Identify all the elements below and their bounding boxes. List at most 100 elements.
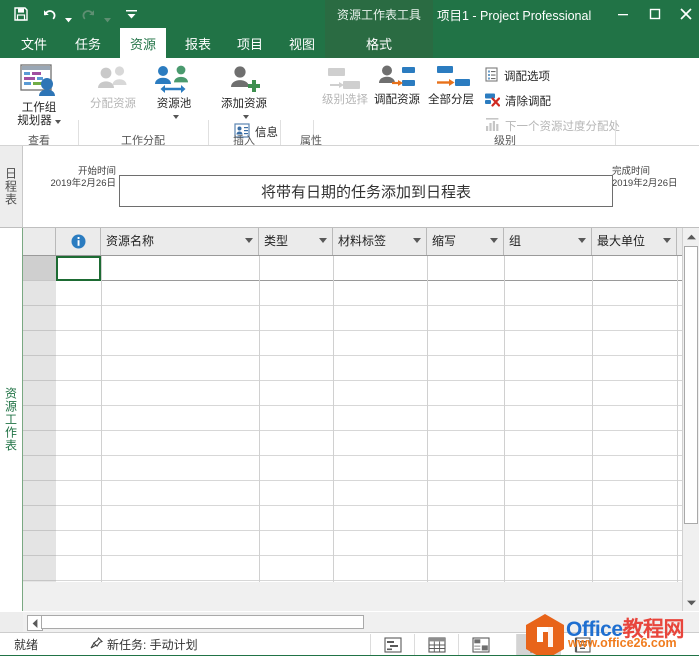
close-icon[interactable] bbox=[672, 0, 699, 28]
grid-row[interactable] bbox=[23, 306, 682, 331]
clear-leveling-button[interactable]: 清除调配 bbox=[484, 91, 551, 110]
row-header-cell[interactable] bbox=[23, 381, 56, 406]
row-header-cell[interactable] bbox=[23, 406, 56, 431]
tab-task[interactable]: 任务 bbox=[68, 28, 108, 58]
tab-format[interactable]: 格式 bbox=[325, 28, 433, 58]
row-cells[interactable] bbox=[56, 556, 682, 581]
row-cells[interactable] bbox=[56, 456, 682, 481]
redo-icon[interactable] bbox=[75, 2, 101, 26]
view-report-button[interactable] bbox=[561, 634, 605, 656]
grid-row[interactable] bbox=[23, 506, 682, 531]
header-column[interactable]: 最大单位 bbox=[592, 228, 677, 255]
row-header-cell[interactable] bbox=[23, 331, 56, 356]
team-planner-button[interactable]: 工作组 规划器 bbox=[6, 62, 72, 128]
row-cells[interactable] bbox=[56, 381, 682, 406]
row-cells[interactable] bbox=[56, 256, 682, 281]
row-cells[interactable] bbox=[56, 431, 682, 456]
redo-dropdown-icon[interactable] bbox=[103, 0, 112, 30]
row-header-cell[interactable] bbox=[23, 306, 56, 331]
column-filter-icon[interactable] bbox=[245, 238, 253, 243]
row-cells[interactable] bbox=[56, 331, 682, 356]
grid-row[interactable] bbox=[23, 406, 682, 431]
status-new-task-mode[interactable]: 新任务: 手动计划 bbox=[90, 633, 198, 656]
row-cells[interactable] bbox=[56, 356, 682, 381]
grid-row[interactable] bbox=[23, 281, 682, 306]
row-header-cell[interactable] bbox=[23, 506, 56, 531]
maximize-icon[interactable] bbox=[640, 0, 670, 28]
grid-row[interactable] bbox=[23, 531, 682, 556]
leveling-options-button[interactable]: 调配选项 bbox=[484, 66, 550, 85]
tab-project[interactable]: 项目 bbox=[230, 28, 270, 58]
resource-sheet-grid[interactable]: 资源名称类型材料标签缩写组最大单位标准费率 bbox=[23, 228, 682, 611]
resource-pool-button[interactable]: 资源池 bbox=[146, 64, 202, 122]
grid-row[interactable] bbox=[23, 456, 682, 481]
row-header-cell[interactable] bbox=[23, 256, 56, 281]
tab-resource[interactable]: 资源 bbox=[120, 28, 166, 58]
horizontal-scrollbar-thumb[interactable] bbox=[41, 615, 364, 629]
row-header-cell[interactable] bbox=[23, 431, 56, 456]
row-header-cell[interactable] bbox=[23, 281, 56, 306]
customize-qat-icon[interactable] bbox=[118, 2, 144, 26]
add-resources-dropdown-icon[interactable] bbox=[243, 115, 249, 119]
row-cells[interactable] bbox=[56, 506, 682, 531]
row-header-cell[interactable] bbox=[23, 531, 56, 556]
team-planner-dropdown-icon[interactable] bbox=[55, 120, 61, 124]
row-header-cell[interactable] bbox=[23, 481, 56, 506]
grid-row[interactable] bbox=[23, 356, 682, 381]
save-icon[interactable] bbox=[8, 2, 34, 26]
row-header-cell[interactable] bbox=[23, 556, 56, 581]
row-cells[interactable] bbox=[56, 281, 682, 306]
grid-row[interactable] bbox=[23, 431, 682, 456]
tab-view[interactable]: 视图 bbox=[282, 28, 322, 58]
tab-file[interactable]: 文件 bbox=[14, 28, 54, 58]
assign-resources-button[interactable]: 分配资源 bbox=[84, 64, 142, 111]
side-tab-timeline[interactable]: 日程表 bbox=[0, 146, 23, 227]
view-task-usage-button[interactable] bbox=[459, 634, 503, 656]
timeline-add-tasks-bar[interactable]: 将带有日期的任务添加到日程表 bbox=[119, 175, 613, 207]
tab-report[interactable]: 报表 bbox=[178, 28, 218, 58]
minimize-icon[interactable] bbox=[608, 0, 638, 28]
level-resource-button[interactable]: 调配资源 bbox=[370, 64, 424, 107]
header-row-selector[interactable] bbox=[23, 228, 56, 255]
header-column[interactable]: 资源名称 bbox=[101, 228, 259, 255]
row-header-cell[interactable] bbox=[23, 456, 56, 481]
vertical-scrollbar[interactable] bbox=[682, 228, 699, 611]
vertical-scrollbar-thumb[interactable] bbox=[684, 246, 698, 524]
column-filter-icon[interactable] bbox=[319, 238, 327, 243]
horizontal-scrollbar[interactable] bbox=[23, 612, 682, 632]
view-task-sheet-button[interactable] bbox=[415, 634, 459, 656]
header-column[interactable]: 缩写 bbox=[427, 228, 504, 255]
resource-pool-dropdown-icon[interactable] bbox=[173, 115, 179, 119]
column-filter-icon[interactable] bbox=[413, 238, 421, 243]
row-cells[interactable] bbox=[56, 306, 682, 331]
view-resource-sheet-button[interactable] bbox=[517, 634, 561, 656]
row-cells[interactable] bbox=[56, 531, 682, 556]
header-column[interactable]: 类型 bbox=[259, 228, 333, 255]
undo-dropdown-icon[interactable] bbox=[64, 0, 73, 30]
scroll-up-icon[interactable] bbox=[683, 228, 699, 245]
add-resources-button[interactable]: 添加资源 bbox=[214, 64, 274, 122]
column-filter-icon[interactable] bbox=[663, 238, 671, 243]
selected-cell[interactable] bbox=[56, 256, 101, 281]
side-tab-resource-sheet[interactable]: 资源工作表 bbox=[0, 228, 23, 611]
undo-icon[interactable] bbox=[36, 2, 62, 26]
column-filter-icon[interactable] bbox=[578, 238, 586, 243]
header-info-column[interactable] bbox=[56, 228, 101, 255]
header-column[interactable]: 材料标签 bbox=[333, 228, 427, 255]
grid-row[interactable] bbox=[23, 381, 682, 406]
row-cells[interactable] bbox=[56, 406, 682, 431]
resource-pool-icon bbox=[151, 64, 197, 98]
row-cells[interactable] bbox=[56, 481, 682, 506]
level-all-button[interactable]: 全部分层 bbox=[424, 64, 478, 107]
leveling-selection-button[interactable]: 级别选择 bbox=[318, 66, 372, 107]
grid-row[interactable] bbox=[23, 481, 682, 506]
row-header-cell[interactable] bbox=[23, 356, 56, 381]
cell-divider bbox=[677, 256, 678, 281]
header-column[interactable]: 组 bbox=[504, 228, 592, 255]
grid-row[interactable] bbox=[23, 556, 682, 581]
view-gantt-chart-button[interactable] bbox=[371, 634, 415, 656]
grid-row[interactable] bbox=[23, 256, 682, 281]
grid-row[interactable] bbox=[23, 331, 682, 356]
scroll-down-icon[interactable] bbox=[683, 594, 699, 611]
column-filter-icon[interactable] bbox=[490, 238, 498, 243]
